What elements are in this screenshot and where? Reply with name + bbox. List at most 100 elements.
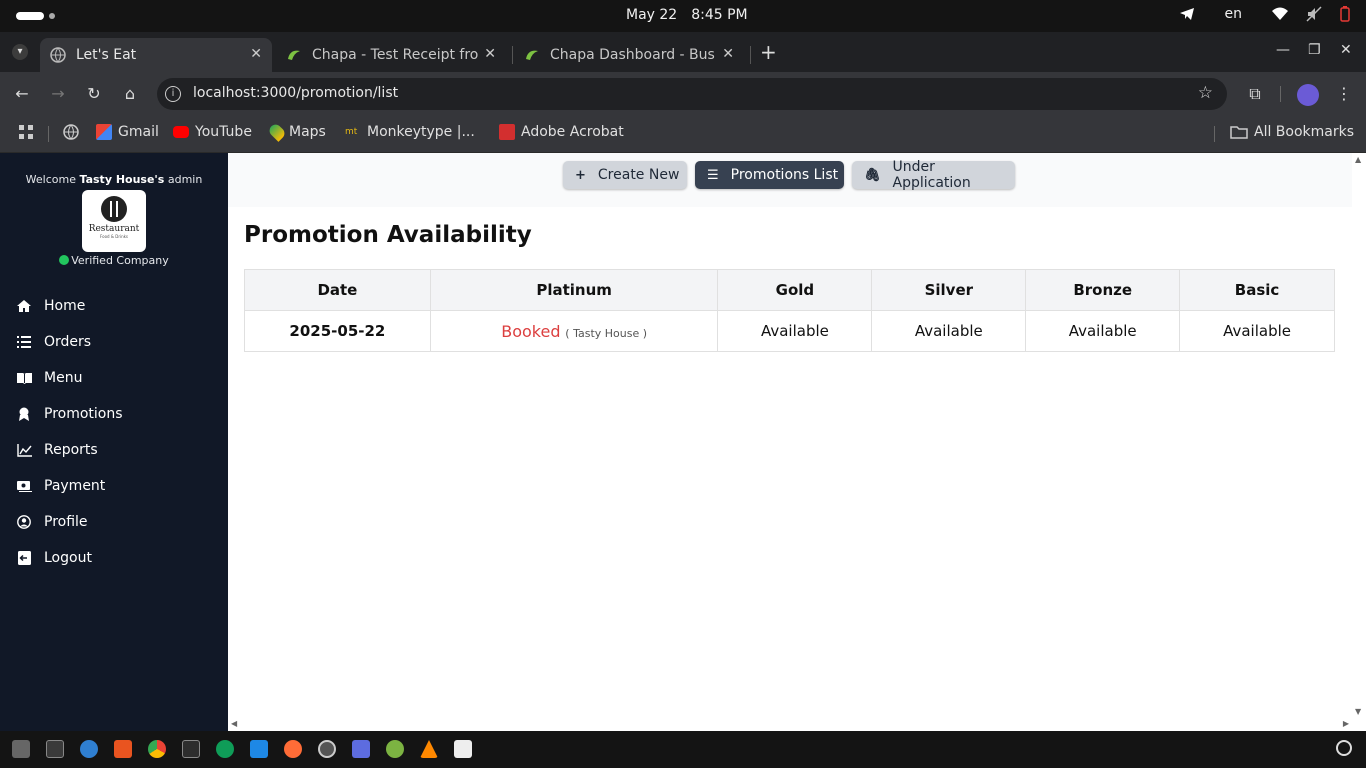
browser-menu-icon[interactable]: ⋮: [1334, 84, 1354, 104]
settings-app-icon[interactable]: [318, 740, 336, 758]
bookmark-separator: [1214, 126, 1215, 142]
column-header-gold: Gold: [717, 269, 873, 311]
tab-title: Let's Eat: [76, 47, 137, 63]
sidebar-item-label: Profile: [44, 514, 88, 530]
activities-indicator[interactable]: [16, 12, 44, 20]
system-monitor-icon[interactable]: [46, 740, 64, 758]
scroll-up-icon[interactable]: ▲: [1355, 155, 1361, 164]
bookmark-star-icon[interactable]: ☆: [1198, 83, 1213, 103]
scroll-right-icon[interactable]: ▶: [1343, 719, 1349, 728]
tab-lets-eat[interactable]: Let's Eat ✕: [40, 38, 272, 72]
files-icon[interactable]: [12, 740, 30, 758]
sidebar-item-promotions[interactable]: Promotions: [0, 396, 228, 432]
clock[interactable]: May 22 8:45 PM: [626, 7, 762, 23]
back-icon[interactable]: ←: [12, 84, 32, 104]
forward-icon[interactable]: →: [48, 84, 68, 104]
horizontal-scrollbar[interactable]: ◀ ▶: [228, 718, 1352, 731]
volume-muted-icon[interactable]: [1306, 6, 1322, 22]
create-new-button[interactable]: + Create New: [563, 161, 687, 189]
show-apps-icon[interactable]: [1336, 740, 1352, 756]
postman-icon[interactable]: [284, 740, 302, 758]
tab-chapa-dashboard[interactable]: Chapa Dashboard - Business ✕: [514, 38, 744, 72]
acrobat-icon: [499, 124, 515, 140]
sidebar-item-profile[interactable]: Profile: [0, 504, 228, 540]
text-editor-icon[interactable]: [454, 740, 472, 758]
wifi-icon[interactable]: [1272, 7, 1288, 21]
cell-gold: Available: [717, 310, 873, 352]
bookmark-separator: [48, 126, 49, 142]
all-bookmarks[interactable]: All Bookmarks: [1230, 124, 1354, 140]
plus-icon: +: [575, 167, 586, 183]
bookmark-label: Maps: [289, 124, 326, 140]
new-tab-icon[interactable]: +: [760, 40, 777, 64]
address-bar[interactable]: i localhost:3000/promotion/list ☆: [157, 78, 1227, 110]
tab-chapa-receipt[interactable]: Chapa - Test Receipt from ✕: [276, 38, 506, 72]
sidebar-item-logout[interactable]: Logout: [0, 540, 228, 576]
scroll-down-icon[interactable]: ▼: [1355, 707, 1361, 716]
globe-bookmark-icon[interactable]: [63, 124, 79, 140]
create-new-label: Create New: [597, 167, 680, 183]
site-info-icon[interactable]: i: [165, 86, 181, 102]
sidebar-item-reports[interactable]: Reports: [0, 432, 228, 468]
verified-badge: Verified Company: [0, 254, 228, 267]
bookmark-youtube[interactable]: YouTube: [173, 124, 252, 140]
url-text[interactable]: localhost:3000/promotion/list: [193, 85, 398, 101]
vscode-icon[interactable]: [250, 740, 268, 758]
chrome-icon[interactable]: [148, 740, 166, 758]
profile-avatar[interactable]: [1297, 84, 1319, 106]
sidebar-item-home[interactable]: Home: [0, 288, 228, 324]
restaurant-name: Tasty House's: [79, 173, 165, 186]
promotions-list-label: Promotions List: [730, 167, 839, 183]
main-content: + Create New ☰ Promotions List 🖇 Under A…: [228, 153, 1352, 718]
bookmark-monkeytype[interactable]: mt Monkeytype |...: [345, 124, 475, 140]
column-header-platinum: Platinum: [429, 269, 719, 311]
list-icon: ☰: [707, 167, 719, 183]
apps-grid-icon[interactable]: [18, 124, 34, 140]
bookmark-gmail[interactable]: Gmail: [96, 124, 159, 140]
close-tab-icon[interactable]: ✕: [722, 46, 734, 62]
battery-low-icon[interactable]: [1340, 6, 1350, 22]
tab-separator: [512, 46, 513, 64]
clock-date: May 22: [626, 7, 678, 23]
close-tab-icon[interactable]: ✕: [484, 46, 496, 62]
sidebar-item-menu[interactable]: Menu: [0, 360, 228, 396]
scroll-left-icon[interactable]: ◀: [231, 719, 237, 728]
sidebar-item-orders[interactable]: Orders: [0, 324, 228, 360]
logo-text: Restaurant: [88, 224, 140, 234]
verified-label: Verified Company: [71, 254, 169, 267]
column-header-date: Date: [244, 269, 431, 311]
bookmark-maps[interactable]: Maps: [267, 122, 326, 142]
table-header-row: Date Platinum Gold Silver Bronze Basic: [244, 269, 1335, 311]
telegram-icon[interactable]: [1179, 6, 1195, 22]
monkeytype-icon: mt: [345, 127, 358, 137]
close-tab-icon[interactable]: ✕: [250, 46, 262, 62]
terminal-icon[interactable]: [182, 740, 200, 758]
bookmark-adobe-acrobat[interactable]: Adobe Acrobat: [499, 124, 624, 140]
user-circle-icon: [16, 514, 32, 530]
sidebar-item-label: Reports: [44, 442, 98, 458]
language-indicator[interactable]: en: [1225, 6, 1243, 22]
chapa-logo-icon: [288, 50, 300, 60]
folder-icon: [1230, 126, 1248, 139]
promotions-list-button[interactable]: ☰ Promotions List: [695, 161, 844, 189]
help-icon[interactable]: [80, 740, 98, 758]
sidebar-item-payment[interactable]: Payment: [0, 468, 228, 504]
bookmark-label: YouTube: [195, 124, 252, 140]
mongodb-compass-icon[interactable]: [216, 740, 234, 758]
reload-icon[interactable]: ↻: [84, 84, 104, 104]
sidebar: Welcome Tasty House's admin Restaurant F…: [0, 153, 228, 731]
drawing-app-icon[interactable]: [352, 740, 370, 758]
under-application-button[interactable]: 🖇 Under Application: [852, 159, 1015, 191]
vertical-scrollbar[interactable]: ▲ ▼: [1352, 153, 1366, 718]
cell-platinum: Booked ( Tasty House ): [429, 310, 719, 352]
vlc-icon[interactable]: [420, 740, 438, 758]
minimize-icon[interactable]: —: [1276, 42, 1290, 58]
sidebar-item-label: Menu: [44, 370, 83, 386]
extensions-icon[interactable]: ⧉: [1245, 84, 1265, 104]
close-window-icon[interactable]: ✕: [1340, 42, 1352, 58]
tab-search-chevron-icon[interactable]: ▾: [12, 44, 28, 60]
home-icon[interactable]: ⌂: [120, 84, 140, 104]
restore-icon[interactable]: ❐: [1308, 42, 1321, 58]
app-center-icon[interactable]: [114, 740, 132, 758]
gimp-icon[interactable]: [386, 740, 404, 758]
